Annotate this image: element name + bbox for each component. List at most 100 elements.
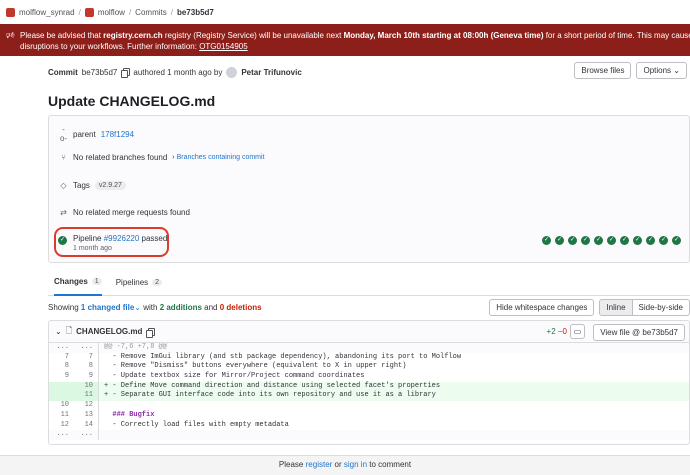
page-title: Update CHANGELOG.md — [48, 93, 216, 109]
new-line-number[interactable]: 8 — [74, 362, 99, 373]
tags-row: ◇ Tags v2.9.27 — [59, 181, 126, 190]
pipeline-stage-icon[interactable]: ✓ — [646, 236, 655, 245]
tags-label: Tags — [73, 181, 90, 190]
file-header: ⌄ 🗋 CHANGELOG.md +2 −0 ▭ View file @ be7… — [49, 321, 689, 343]
tab-count: 2 — [152, 279, 163, 286]
breadcrumb-label: molflow_synrad — [19, 7, 75, 17]
banner-text: Please be advised that — [20, 31, 104, 40]
pipeline-status: passed — [141, 234, 168, 243]
diff-line: ...... — [49, 430, 689, 440]
old-line-number[interactable] — [49, 381, 74, 392]
line-code: @@ -7,6 +7,8 @@ — [104, 343, 168, 351]
comment-icon[interactable]: ▭ — [570, 324, 585, 339]
new-line-number[interactable]: 11 — [74, 391, 99, 402]
author-name[interactable]: Petar Trifunovic — [241, 68, 301, 77]
breadcrumb-label: molflow — [97, 7, 125, 17]
pipeline-label: Pipeline — [73, 234, 102, 243]
pipeline-status-icon[interactable]: ✓ — [58, 236, 67, 245]
avatar[interactable] — [226, 66, 238, 78]
new-line-number[interactable]: 14 — [74, 420, 99, 431]
breadcrumb-item-current[interactable]: be73b5d7 — [177, 8, 214, 17]
line-code: - Remove ImGui library (and stb package … — [104, 352, 462, 361]
diff-line: 88 - Remove "Dismiss" buttons everywhere… — [49, 362, 689, 373]
line-code: - Update textbox size for Mirror/Project… — [104, 372, 365, 381]
tab-label: Pipelines — [115, 278, 149, 287]
new-line-number[interactable]: ... — [74, 430, 99, 440]
old-line-number[interactable]: 7 — [49, 353, 74, 363]
changed-files-toggle[interactable]: 1 changed file — [81, 303, 134, 312]
old-line-number[interactable]: 11 — [49, 411, 74, 421]
view-file-button[interactable]: View file @ be73b5d7 — [593, 324, 685, 341]
pipeline-stage-icon[interactable]: ✓ — [568, 236, 577, 245]
copy-icon[interactable] — [121, 68, 131, 78]
pipeline-stage-icon[interactable]: ✓ — [581, 236, 590, 245]
tag-badge[interactable]: v2.9.27 — [94, 181, 126, 190]
register-link[interactable]: register — [306, 460, 333, 469]
pipeline-stage-icon[interactable]: ✓ — [607, 236, 616, 245]
pipeline-time: 1 month ago — [73, 245, 112, 252]
inline-view-button[interactable]: Inline — [599, 299, 633, 316]
side-by-side-button[interactable]: Side-by-side — [632, 299, 690, 316]
breadcrumb-item-group[interactable]: molflow_synrad — [6, 7, 75, 17]
parent-sha-link[interactable]: 178f1294 — [101, 130, 134, 139]
tab-pipelines[interactable]: Pipelines 2 — [115, 270, 163, 296]
breadcrumb: molflow_synrad / molflow / Commits / be7… — [0, 0, 690, 24]
tab-changes[interactable]: Changes 1 — [54, 270, 102, 296]
new-line-number[interactable]: 7 — [74, 352, 99, 363]
broadcast-banner: 🕫 Please be advised that registry.cern.c… — [0, 24, 690, 56]
banner-host: registry.cern.ch — [103, 31, 163, 40]
commit-sha: be73b5d7 — [81, 67, 118, 77]
old-line-number[interactable]: ... — [49, 343, 74, 353]
pipeline-stage-icon[interactable]: ✓ — [594, 236, 603, 245]
line-code: + - Separate GUI interface code into its… — [104, 391, 436, 400]
hide-whitespace-button[interactable]: Hide whitespace changes — [489, 299, 595, 316]
commit-tabs: Changes 1 Pipelines 2 — [48, 270, 690, 296]
pipeline-stage-icon[interactable]: ✓ — [542, 236, 551, 245]
diff-summary: Showing 1 changed file⌄ with 2 additions… — [48, 303, 262, 312]
pipeline-stage-icon[interactable]: ✓ — [555, 236, 564, 245]
merge-request-icon: ⇄ — [60, 208, 67, 217]
old-line-number[interactable]: ... — [49, 430, 74, 440]
commit-header: Commit be73b5d7 authored 1 month ago by … — [48, 62, 690, 82]
chevron-down-icon[interactable]: ⌄ — [55, 327, 62, 336]
pipeline-stage-icon[interactable]: ✓ — [659, 236, 668, 245]
pipeline-stage-icon[interactable]: ✓ — [672, 236, 681, 245]
sign-in-link[interactable]: sign in — [344, 460, 367, 469]
branches-text: No related branches found — [73, 153, 168, 162]
options-button[interactable]: Options ⌄ — [636, 62, 687, 79]
branches-link[interactable]: › Branches containing commit — [172, 154, 264, 161]
pipeline-link[interactable]: #9926220 — [104, 234, 140, 243]
copy-icon[interactable] — [146, 327, 156, 338]
old-line-number[interactable]: 12 — [49, 421, 74, 431]
new-line-number[interactable]: 13 — [74, 410, 99, 421]
merge-row: ⇄ No related merge requests found — [59, 208, 190, 217]
breadcrumb-separator: / — [170, 7, 173, 17]
pipeline-stage-icon[interactable]: ✓ — [620, 236, 629, 245]
new-line-number[interactable]: 10 — [74, 381, 99, 392]
old-line-number[interactable]: 10 — [49, 401, 74, 411]
banner-ticket-link[interactable]: OTG0154905 — [199, 42, 247, 51]
breadcrumb-item-commits[interactable]: Commits — [135, 8, 167, 17]
project-avatar — [84, 7, 94, 17]
parent-label: parent — [73, 129, 96, 139]
new-line-number[interactable]: 12 — [74, 401, 99, 411]
banner-text: registry (Registry Service) will be unav… — [162, 31, 344, 40]
pipeline-stage-icon[interactable]: ✓ — [633, 236, 642, 245]
breadcrumb-item-project[interactable]: molflow — [84, 7, 125, 17]
file-icon: 🗋 — [65, 325, 73, 335]
chevron-down-icon: ⌄ — [673, 66, 680, 75]
new-line-number[interactable]: 9 — [74, 372, 99, 382]
old-line-number[interactable]: 8 — [49, 362, 74, 372]
old-line-number[interactable] — [49, 391, 74, 402]
chevron-down-icon: ⌄ — [134, 303, 141, 312]
browse-files-button[interactable]: Browse files — [574, 62, 632, 79]
file-name[interactable]: CHANGELOG.md — [76, 327, 142, 336]
branches-row: ⑂ No related branches found › Branches c… — [59, 153, 264, 162]
old-line-number[interactable]: 9 — [49, 372, 74, 382]
authored-text: authored 1 month ago by — [133, 67, 223, 77]
tab-label: Changes — [54, 277, 88, 286]
diff-line: 11 + - Separate GUI interface code into i… — [49, 391, 689, 402]
new-line-number[interactable]: ... — [74, 343, 99, 353]
